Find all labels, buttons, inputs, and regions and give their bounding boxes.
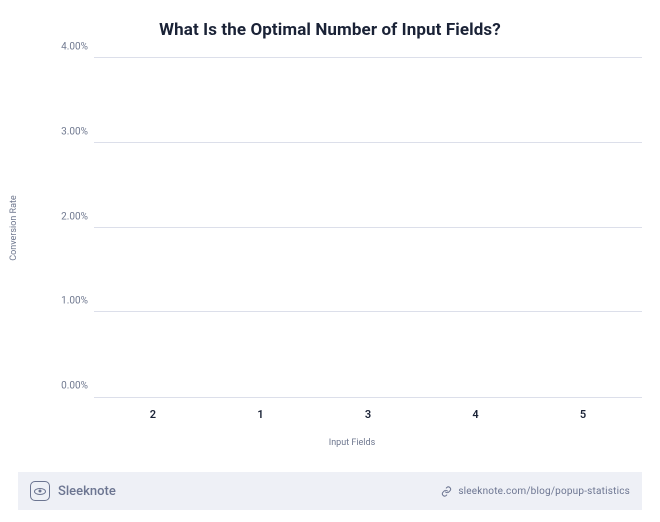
bars-container: 3.31% 3.20% 1.08% 0.90% 0.81%: [94, 58, 642, 397]
chart-area: Conversion Rate 0.00% 1.00% 2.00% 3.00% …: [62, 58, 642, 398]
brand: Sleeknote: [30, 481, 116, 501]
x-tick: 1: [220, 408, 302, 421]
y-tick: 3.00%: [54, 126, 88, 137]
link-icon: [441, 486, 452, 497]
sleeknote-logo-icon: [30, 481, 50, 501]
y-tick: 4.00%: [54, 42, 88, 53]
plot-area: 0.00% 1.00% 2.00% 3.00% 4.00% 3.31% 3.20…: [94, 58, 642, 398]
x-tick: 3: [327, 408, 409, 421]
source-url: sleeknote.com/blog/popup-statistics: [458, 486, 630, 497]
x-tick: 2: [112, 408, 194, 421]
y-tick: 2.00%: [54, 211, 88, 222]
footer: Sleeknote sleeknote.com/blog/popup-stati…: [18, 472, 642, 510]
source-link[interactable]: sleeknote.com/blog/popup-statistics: [441, 486, 630, 497]
x-axis-label: Input Fields: [329, 438, 375, 448]
x-tick: 4: [435, 408, 517, 421]
y-tick: 1.00%: [54, 296, 88, 307]
x-ticks: 2 1 3 4 5: [94, 408, 642, 421]
y-axis-label: Conversion Rate: [9, 195, 19, 260]
x-tick: 5: [542, 408, 624, 421]
brand-name: Sleeknote: [58, 484, 116, 499]
chart-title: What Is the Optimal Number of Input Fiel…: [0, 0, 660, 46]
y-tick: 0.00%: [54, 381, 88, 392]
